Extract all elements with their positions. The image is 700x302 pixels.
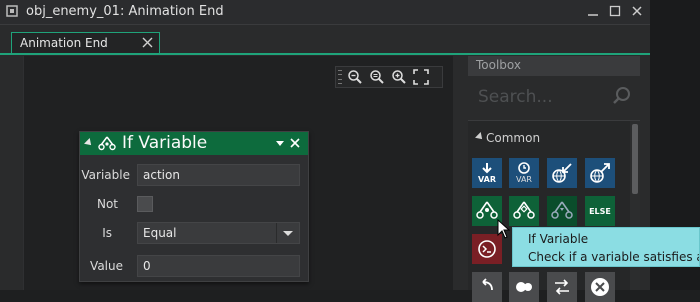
value-field[interactable]: 0 (137, 255, 300, 277)
cancel-circle-icon (591, 278, 609, 296)
tab-animation-end[interactable]: Animation End (11, 32, 160, 53)
variable-field[interactable]: action (137, 164, 300, 186)
declare-temp-var-action[interactable]: VAR (472, 158, 502, 188)
globe-arrow-out-icon (590, 163, 610, 183)
fit-screen-icon[interactable] (412, 68, 430, 86)
section-collapse-icon[interactable] (475, 132, 485, 142)
section-label: Common (486, 131, 541, 145)
action-label: VAR (478, 175, 496, 184)
not-label: Not (96, 197, 118, 211)
swap-action[interactable] (547, 272, 577, 302)
value-label: Value (90, 259, 123, 273)
minimize-button[interactable] (586, 4, 600, 18)
zoom-in-icon[interactable] (390, 68, 408, 86)
function-call-action[interactable] (509, 272, 539, 302)
mouse-cursor-icon (497, 219, 511, 239)
is-operator-select[interactable]: Equal (137, 222, 300, 244)
if-variable-icon (98, 136, 116, 151)
tab-underline (0, 53, 650, 55)
maximize-button[interactable] (608, 4, 622, 18)
get-global-var-action[interactable] (585, 158, 615, 188)
swap-icon (555, 279, 569, 295)
grip-handle-icon[interactable] (338, 70, 342, 84)
execute-code-icon (478, 240, 496, 258)
node-title: If Variable (122, 133, 208, 153)
tooltip-description: Check if a variable satisfies a co (528, 250, 699, 264)
declare-instance-var-action[interactable]: VAR (509, 158, 539, 188)
toolbox-title: Toolbox (476, 58, 521, 72)
action-label: VAR (516, 175, 532, 184)
set-global-var-action[interactable] (547, 158, 577, 188)
else-action[interactable]: ELSE (585, 196, 615, 226)
is-label: Is (102, 226, 112, 240)
node-close-icon[interactable] (290, 138, 300, 148)
close-icon[interactable] (142, 37, 153, 48)
toolbox-section-common[interactable]: Common (468, 128, 628, 148)
function-call-icon (516, 282, 532, 292)
if-undefined-action[interactable] (509, 196, 539, 226)
zoom-out-icon[interactable] (346, 68, 364, 86)
canvas-border (23, 56, 24, 290)
node-menu-dropdown-icon[interactable] (276, 141, 284, 146)
download-var-icon: VAR (478, 163, 496, 184)
clock-var-icon: VAR (516, 162, 532, 184)
toolbox-header: Toolbox (468, 56, 640, 76)
action-label: ELSE (589, 206, 611, 216)
if-undefined-icon (513, 201, 535, 219)
cancel-action[interactable] (585, 272, 615, 302)
if-expression-icon (551, 201, 573, 219)
toolbox-search-input[interactable] (476, 84, 610, 110)
zoom-toolbar (335, 66, 443, 88)
is-operator-value: Equal (143, 226, 177, 240)
action-tooltip: If Variable Check if a variable satisfie… (512, 227, 700, 267)
tab-label: Animation End (20, 36, 108, 50)
not-checkbox[interactable] (137, 196, 153, 212)
globe-arrow-in-icon (552, 163, 572, 183)
return-action[interactable] (472, 272, 502, 302)
zoom-reset-icon[interactable] (368, 68, 386, 86)
node-header[interactable]: If Variable (80, 132, 308, 155)
gamemaker-window-icon (6, 5, 18, 17)
toolbox-scrollbar-thumb[interactable] (632, 124, 638, 194)
if-expression-action[interactable] (547, 196, 577, 226)
tooltip-title: If Variable (528, 232, 589, 246)
search-icon[interactable] (612, 86, 632, 106)
window-titlebar: obj_enemy_01: Animation End (0, 0, 650, 25)
chevron-down-icon[interactable] (276, 223, 299, 243)
if-variable-node[interactable]: If Variable Variable action Not Is Equal… (79, 131, 309, 282)
window-title: obj_enemy_01: Animation End (26, 4, 224, 19)
return-arrow-icon (482, 278, 493, 291)
collapse-arrow-icon[interactable] (84, 138, 94, 148)
close-window-button[interactable] (630, 4, 644, 18)
variable-label: Variable (81, 168, 130, 182)
